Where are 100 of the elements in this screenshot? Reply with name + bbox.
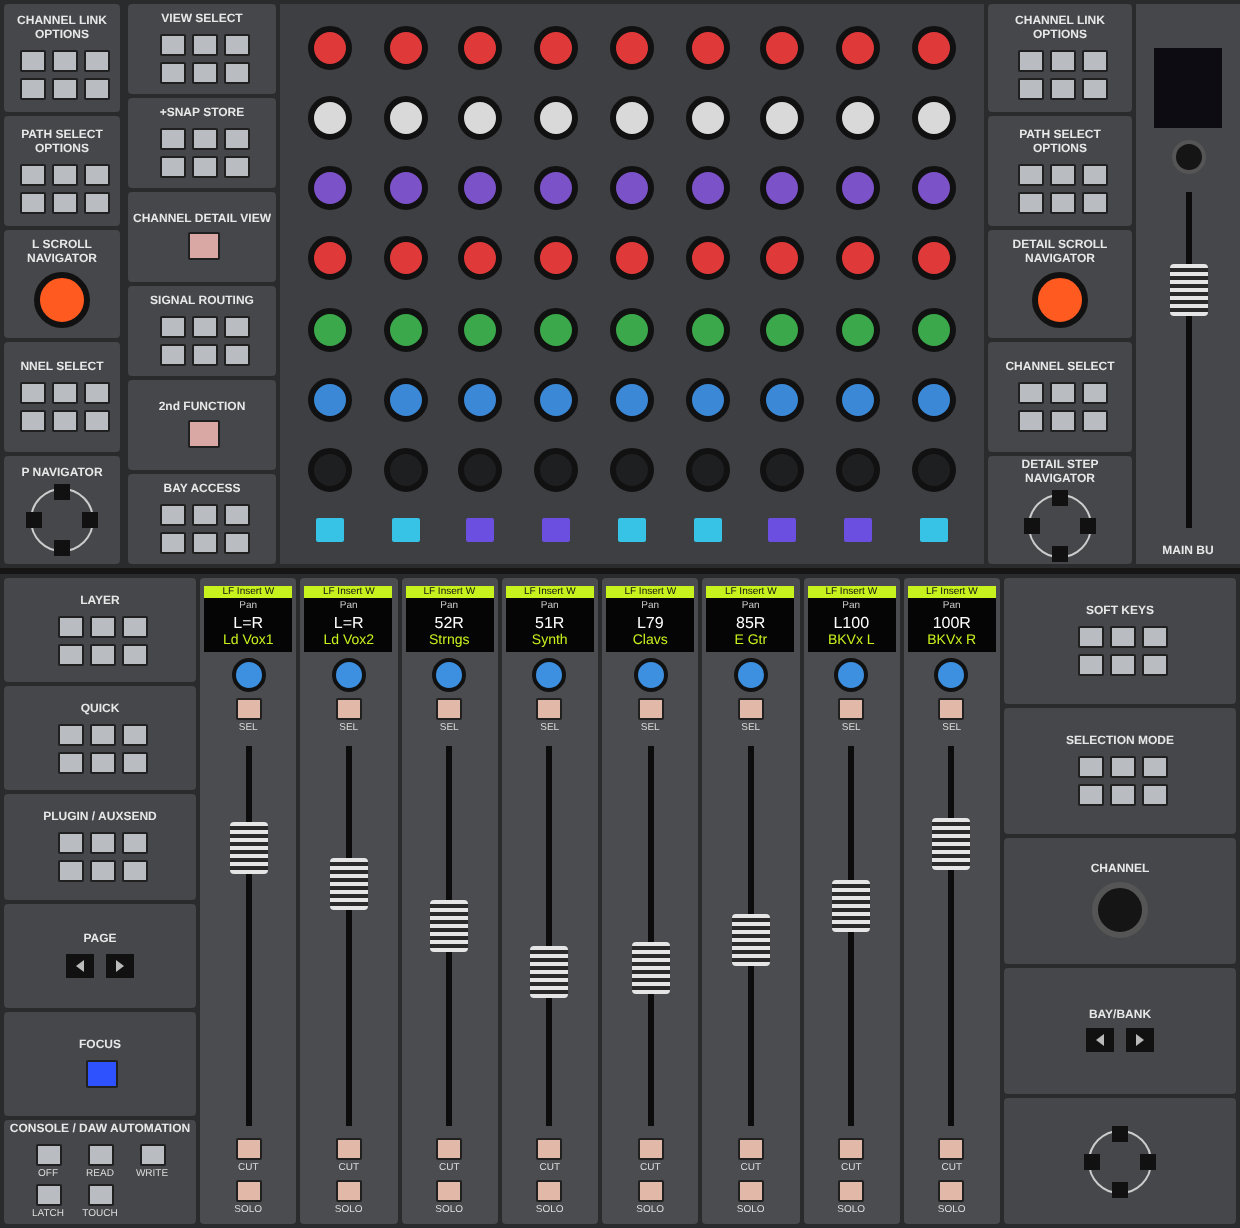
knob-icon[interactable]	[609, 307, 654, 352]
console-key[interactable]	[1049, 409, 1075, 432]
fader-cap[interactable]	[430, 900, 469, 953]
right-arrow-key[interactable]	[1126, 1028, 1154, 1053]
console-key[interactable]	[1081, 409, 1107, 432]
lit-key[interactable]	[693, 518, 722, 543]
console-key[interactable]	[1049, 381, 1075, 404]
console-key[interactable]	[51, 163, 77, 185]
console-key[interactable]	[35, 1143, 61, 1166]
select-key[interactable]	[536, 698, 563, 720]
cut-key[interactable]	[637, 1138, 664, 1160]
console-key[interactable]	[191, 343, 217, 366]
console-key[interactable]	[1141, 783, 1167, 806]
console-key[interactable]	[191, 127, 217, 150]
console-key[interactable]	[1081, 78, 1107, 101]
knob-icon[interactable]	[331, 658, 366, 692]
solo-key[interactable]	[436, 1180, 463, 1202]
console-key[interactable]	[51, 409, 77, 432]
solo-key[interactable]	[235, 1180, 262, 1202]
console-key[interactable]	[159, 127, 185, 150]
knob-icon[interactable]	[34, 272, 90, 329]
console-key[interactable]	[121, 723, 147, 746]
console-key[interactable]	[1109, 625, 1135, 648]
console-key[interactable]	[19, 163, 45, 185]
console-key[interactable]	[1109, 653, 1135, 676]
console-key[interactable]	[89, 831, 115, 854]
console-key[interactable]	[159, 33, 185, 56]
console-key[interactable]	[1081, 50, 1107, 73]
cut-key[interactable]	[838, 1138, 865, 1160]
select-key[interactable]	[737, 698, 764, 720]
console-key[interactable]	[89, 751, 115, 774]
solo-key[interactable]	[637, 1180, 664, 1202]
console-key[interactable]	[19, 191, 45, 213]
knob-icon[interactable]	[383, 307, 428, 352]
console-key[interactable]	[1109, 755, 1135, 778]
console-key[interactable]	[1049, 50, 1075, 73]
console-key[interactable]	[83, 191, 109, 213]
fader-cap[interactable]	[932, 818, 971, 871]
cut-key[interactable]	[536, 1138, 563, 1160]
console-key[interactable]	[57, 859, 83, 882]
console-key[interactable]	[19, 409, 45, 432]
select-key[interactable]	[637, 698, 664, 720]
console-key[interactable]	[191, 315, 217, 338]
knob-icon[interactable]	[432, 658, 467, 692]
console-key[interactable]	[159, 343, 185, 366]
cut-key[interactable]	[335, 1138, 362, 1160]
solo-key[interactable]	[838, 1180, 865, 1202]
console-key[interactable]	[159, 61, 185, 84]
console-key[interactable]	[57, 831, 83, 854]
console-key[interactable]	[1017, 191, 1043, 213]
fader-cap[interactable]	[1169, 263, 1207, 316]
console-key[interactable]	[89, 859, 115, 882]
console-key[interactable]	[89, 643, 115, 666]
knob-icon[interactable]	[685, 307, 730, 352]
knob-icon[interactable]	[934, 658, 969, 692]
left-arrow-key[interactable]	[1086, 1028, 1114, 1053]
fader-cap[interactable]	[530, 946, 569, 999]
console-key[interactable]	[1017, 381, 1043, 404]
cut-key[interactable]	[737, 1138, 764, 1160]
console-key[interactable]	[191, 33, 217, 56]
knob-icon[interactable]	[760, 307, 805, 352]
console-key[interactable]	[191, 531, 217, 554]
knob-icon[interactable]	[383, 95, 428, 140]
fader-cap[interactable]	[229, 821, 268, 874]
lit-key[interactable]	[617, 518, 646, 543]
knob-icon[interactable]	[733, 658, 768, 692]
console-key[interactable]	[83, 78, 109, 101]
console-key[interactable]	[223, 503, 249, 526]
console-key[interactable]	[121, 615, 147, 638]
console-key[interactable]	[121, 831, 147, 854]
console-key[interactable]	[1049, 78, 1075, 101]
console-key[interactable]	[51, 50, 77, 73]
console-key[interactable]	[223, 127, 249, 150]
console-key[interactable]	[83, 50, 109, 73]
navigation-pad-icon[interactable]	[1028, 494, 1092, 559]
console-key[interactable]	[51, 191, 77, 213]
console-key[interactable]	[51, 381, 77, 404]
knob-icon[interactable]	[534, 307, 579, 352]
knob-icon[interactable]	[834, 658, 869, 692]
console-key[interactable]	[1141, 625, 1167, 648]
console-key[interactable]	[188, 232, 220, 261]
console-key[interactable]	[121, 751, 147, 774]
console-key[interactable]	[159, 503, 185, 526]
console-key[interactable]	[1017, 50, 1043, 73]
knob-icon[interactable]	[836, 95, 881, 140]
console-key[interactable]	[1077, 755, 1103, 778]
lit-key[interactable]	[920, 518, 948, 543]
console-key[interactable]	[51, 78, 77, 101]
console-key[interactable]	[139, 1143, 165, 1166]
console-key[interactable]	[223, 155, 249, 178]
console-key[interactable]	[1077, 783, 1103, 806]
console-key[interactable]	[19, 50, 45, 73]
focus-key[interactable]	[86, 1059, 118, 1088]
solo-key[interactable]	[536, 1180, 563, 1202]
knob-icon[interactable]	[307, 95, 352, 140]
knob-icon[interactable]	[534, 95, 579, 140]
console-key[interactable]	[83, 409, 109, 432]
console-key[interactable]	[121, 859, 147, 882]
console-key[interactable]	[1049, 191, 1075, 213]
console-key[interactable]	[223, 315, 249, 338]
